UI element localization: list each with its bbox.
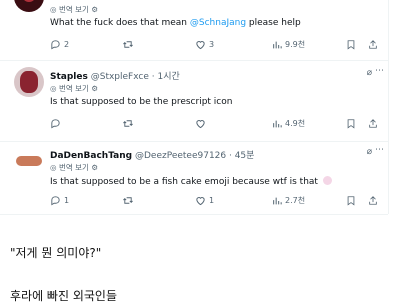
translate-label: 번역 보기: [58, 5, 89, 14]
share-button[interactable]: [368, 195, 378, 206]
handle[interactable]: @DeezPeetee97126 · 45분: [135, 151, 254, 161]
share-icon: [369, 119, 377, 128]
display-name[interactable]: Staples: [50, 72, 88, 82]
bookmark-icon: [347, 40, 355, 50]
handle[interactable]: @StxpleFxce · 1시간: [91, 72, 180, 82]
divider: [0, 214, 388, 215]
views-icon: [273, 41, 282, 48]
globe-icon: ◎: [50, 84, 57, 93]
views-button[interactable]: 9.9천: [272, 39, 305, 50]
like-button[interactable]: [195, 118, 209, 129]
translate-link[interactable]: ◎ 번역 보기 ⚙: [50, 83, 98, 94]
translate-label: 번역 보기: [58, 163, 89, 172]
tweet-header: Staples @StxpleFxce · 1시간: [50, 69, 180, 82]
views-button[interactable]: 4.9천: [272, 118, 305, 129]
more-icon[interactable]: ⋯: [375, 145, 384, 155]
tweet-text: What the fuck does that mean @SchnaJang …: [50, 18, 301, 28]
display-name[interactable]: DaDenBachTang: [50, 151, 132, 161]
caption-text: 후라에 빠진 외국인들: [10, 289, 117, 303]
share-icon: [369, 40, 377, 49]
tweet-actions: 2 3 9.9천: [50, 39, 380, 53]
reply-icon: [51, 196, 60, 206]
tweet-text: Is that supposed to be the prescript ico…: [50, 97, 233, 107]
views-icon: [273, 120, 282, 127]
tweet-header: DaDenBachTang @DeezPeetee97126 · 45분: [50, 148, 254, 161]
tweet-actions: 4.9천: [50, 118, 380, 132]
caption-quote: "저게 뭔 의미야?": [10, 246, 102, 260]
heart-icon: [196, 120, 205, 129]
tweet-1[interactable]: ◎ 번역 보기 ⚙ What the fuck does that mean @…: [0, 0, 388, 60]
avatar[interactable]: [14, 67, 44, 97]
grok-icon[interactable]: ⌀: [367, 68, 372, 78]
share-icon: [369, 196, 377, 205]
translate-link[interactable]: ◎ 번역 보기 ⚙: [50, 4, 98, 15]
more-icon[interactable]: ⋯: [375, 66, 384, 76]
share-button[interactable]: [368, 118, 378, 129]
scrollbar[interactable]: [388, 0, 389, 214]
bookmark-button[interactable]: [346, 195, 356, 206]
bookmark-icon: [347, 119, 355, 129]
retweet-button[interactable]: [122, 195, 134, 206]
reply-button[interactable]: [50, 118, 64, 129]
retweet-button[interactable]: [122, 39, 134, 50]
reply-icon: [51, 119, 60, 129]
tweet-text: Is that supposed to be a fish cake emoji…: [50, 176, 332, 187]
grok-icon[interactable]: ⌀: [367, 147, 372, 157]
views-icon: [273, 197, 282, 204]
mention-link[interactable]: @SchnaJang: [190, 18, 246, 28]
like-button[interactable]: 1: [195, 195, 214, 206]
tweet-3[interactable]: DaDenBachTang @DeezPeetee97126 · 45분 ⌀ ⋯…: [0, 142, 388, 214]
gear-icon: ⚙: [91, 84, 99, 93]
retweet-icon: [123, 120, 133, 127]
bookmark-button[interactable]: [346, 118, 356, 129]
globe-icon: ◎: [50, 163, 57, 172]
bookmark-button[interactable]: [346, 39, 356, 50]
retweet-icon: [123, 41, 133, 48]
retweet-button[interactable]: [122, 118, 134, 129]
heart-icon: [196, 197, 205, 206]
views-button[interactable]: 2.7천: [272, 195, 305, 206]
retweet-icon: [123, 197, 133, 204]
reply-button[interactable]: 2: [50, 39, 69, 50]
tweet-actions: 1 1 2.7천: [50, 195, 380, 209]
gear-icon: ⚙: [91, 163, 99, 172]
like-button[interactable]: 3: [195, 39, 214, 50]
reply-icon: [51, 40, 60, 50]
share-button[interactable]: [368, 39, 378, 50]
globe-icon: ◎: [50, 5, 57, 14]
bookmark-icon: [347, 196, 355, 206]
avatar[interactable]: [14, 0, 44, 12]
avatar[interactable]: [14, 148, 44, 178]
tweet-2[interactable]: Staples @StxpleFxce · 1시간 ⌀ ⋯ ◎ 번역 보기 ⚙ …: [0, 61, 388, 141]
reply-button[interactable]: 1: [50, 195, 69, 206]
translate-label: 번역 보기: [58, 84, 89, 93]
fishcake-emoji: [322, 176, 332, 185]
heart-icon: [196, 41, 205, 50]
translate-link[interactable]: ◎ 번역 보기 ⚙: [50, 162, 98, 173]
gear-icon: ⚙: [91, 5, 99, 14]
